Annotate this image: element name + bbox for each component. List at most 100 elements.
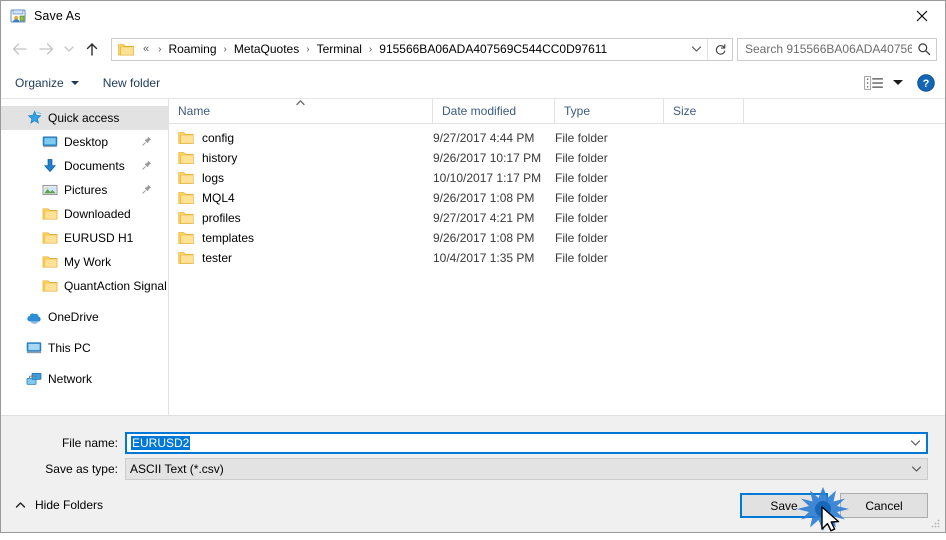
column-header-size[interactable]: Size — [664, 99, 744, 123]
search-icon — [912, 42, 936, 56]
file-name-label: history — [202, 151, 238, 165]
pictures-icon — [42, 182, 58, 198]
pin-icon[interactable] — [142, 135, 152, 149]
pin-icon[interactable] — [142, 159, 152, 173]
save-button[interactable]: Save — [740, 493, 828, 518]
save-as-type-value: ASCII Text (*.csv) — [130, 462, 224, 476]
organize-button[interactable]: Organize — [15, 76, 79, 90]
sidebar-item-documents[interactable]: Documents — [1, 154, 168, 178]
breadcrumb-item-instance[interactable]: 915566BA06ADA407569C544CC0D97611 — [377, 42, 609, 56]
table-row[interactable]: tester 10/4/2017 1:35 PM File folder — [169, 248, 945, 268]
table-row[interactable]: config 9/27/2017 4:44 PM File folder — [169, 128, 945, 148]
sidebar-item-this-pc[interactable]: This PC — [1, 336, 168, 360]
file-type-cell: File folder — [555, 251, 608, 265]
svg-text:?: ? — [923, 78, 930, 90]
file-type-cell: File folder — [555, 231, 608, 245]
sidebar-item-label: Network — [48, 372, 93, 386]
file-name-label: templates — [202, 231, 255, 245]
forward-button[interactable] — [33, 36, 59, 62]
sidebar-item-label: Quick access — [48, 111, 120, 125]
new-folder-button[interactable]: New folder — [103, 76, 160, 90]
sidebar-item-label: QuantAction Signal — [64, 279, 167, 293]
sidebar-item-quick-access[interactable]: Quick access — [1, 106, 168, 130]
breadcrumb-item-roaming[interactable]: Roaming — [166, 42, 218, 56]
table-row[interactable]: history 9/26/2017 10:17 PM File folder — [169, 148, 945, 168]
back-button[interactable] — [7, 36, 33, 62]
sidebar-item-downloaded[interactable]: Downloaded — [1, 202, 168, 226]
file-name-input[interactable]: EURUSD2 — [131, 436, 191, 450]
sidebar-item-label: My Work — [64, 255, 112, 269]
refresh-button[interactable] — [707, 38, 732, 60]
cancel-button[interactable]: Cancel — [840, 493, 928, 518]
folder-icon — [178, 251, 194, 265]
breadcrumb-item-terminal[interactable]: Terminal — [315, 42, 364, 56]
recent-locations-chevron-icon — [64, 46, 74, 52]
recent-locations-button[interactable] — [59, 36, 79, 62]
file-type-cell: File folder — [555, 131, 608, 145]
save-as-type-dropdown-button[interactable] — [905, 465, 927, 473]
resize-grip[interactable] — [929, 517, 941, 529]
file-date-cell: 10/4/2017 1:35 PM — [433, 251, 535, 265]
breadcrumb-item-metaquotes[interactable]: MetaQuotes — [232, 42, 301, 56]
file-name-label: File name: — [61, 436, 118, 450]
file-size-cell — [664, 228, 744, 248]
chevron-up-icon — [15, 498, 26, 512]
sidebar-item-eurusd-h1[interactable]: EURUSD H1 — [1, 226, 168, 250]
folder-icon — [118, 42, 134, 56]
search-input[interactable]: Search 915566BA06ADA40756... — [738, 42, 912, 56]
chevron-down-icon — [70, 80, 79, 85]
view-layout-icon — [864, 75, 883, 90]
search-box[interactable]: Search 915566BA06ADA40756... — [737, 37, 937, 61]
table-row[interactable]: profiles 9/27/2017 4:21 PM File folder — [169, 208, 945, 228]
breadcrumb-bar[interactable]: « › Roaming › MetaQuotes › Terminal › 91… — [111, 37, 733, 61]
breadcrumb-separator: › — [223, 43, 227, 55]
pin-icon[interactable] — [142, 183, 152, 197]
sidebar-item-network[interactable]: Network — [1, 367, 168, 391]
file-name-cell: tester — [169, 248, 433, 268]
column-header-type[interactable]: Type — [555, 99, 664, 123]
table-row[interactable]: templates 9/26/2017 1:08 PM File folder — [169, 228, 945, 248]
folder-icon — [178, 151, 194, 165]
file-list: Name Date modified Type Size config 9/27… — [169, 99, 945, 415]
navigation-pane: Quick access Desktop Documents Pictures … — [1, 99, 169, 415]
dialog-content: Quick access Desktop Documents Pictures … — [1, 99, 945, 415]
file-size-cell — [664, 128, 744, 148]
up-button[interactable] — [79, 36, 105, 62]
save-as-icon — [10, 8, 26, 24]
file-name-label: profiles — [202, 211, 241, 225]
sidebar-item-pictures[interactable]: Pictures — [1, 178, 168, 202]
table-row[interactable]: MQL4 9/26/2017 1:08 PM File folder — [169, 188, 945, 208]
command-bar-right: ? — [864, 73, 935, 92]
breadcrumb-overflow[interactable]: « — [139, 43, 153, 55]
sidebar-item-desktop[interactable]: Desktop — [1, 130, 168, 154]
close-icon — [916, 10, 928, 22]
file-size-cell — [664, 168, 744, 188]
file-name-cell: templates — [169, 228, 433, 248]
breadcrumb-separator: › — [368, 43, 373, 55]
file-date-cell: 9/27/2017 4:44 PM — [433, 131, 535, 145]
sidebar-item-quantaction-signal[interactable]: QuantAction Signal — [1, 274, 168, 298]
column-header-date-modified[interactable]: Date modified — [433, 99, 555, 123]
sidebar-item-label: Documents — [64, 159, 125, 173]
close-button[interactable] — [899, 1, 945, 31]
hide-folders-label: Hide Folders — [35, 498, 104, 512]
file-name-value-wrap[interactable]: EURUSD2 — [127, 436, 904, 450]
save-as-type-combobox[interactable]: ASCII Text (*.csv) — [125, 458, 928, 480]
hide-folders-button[interactable]: Hide Folders — [15, 498, 103, 512]
folder-icon — [42, 254, 58, 270]
file-name-combobox[interactable]: EURUSD2 — [125, 432, 928, 454]
file-name-dropdown-button[interactable] — [904, 439, 926, 447]
change-view-button[interactable] — [864, 75, 903, 90]
sidebar-item-my-work[interactable]: My Work — [1, 250, 168, 274]
table-row[interactable]: logs 10/10/2017 1:17 PM File folder — [169, 168, 945, 188]
address-dropdown-button[interactable] — [685, 39, 707, 60]
sidebar-item-onedrive[interactable]: OneDrive — [1, 305, 168, 329]
file-type-cell: File folder — [555, 191, 608, 205]
help-button[interactable]: ? — [917, 73, 935, 92]
save-button-label: Save — [770, 498, 798, 513]
file-name-cell: profiles — [169, 208, 433, 228]
sidebar-item-label: Pictures — [64, 183, 108, 197]
title-bar: Save As — [1, 1, 945, 31]
file-date-cell: 9/26/2017 10:17 PM — [433, 151, 542, 165]
chevron-down-icon — [691, 46, 701, 52]
